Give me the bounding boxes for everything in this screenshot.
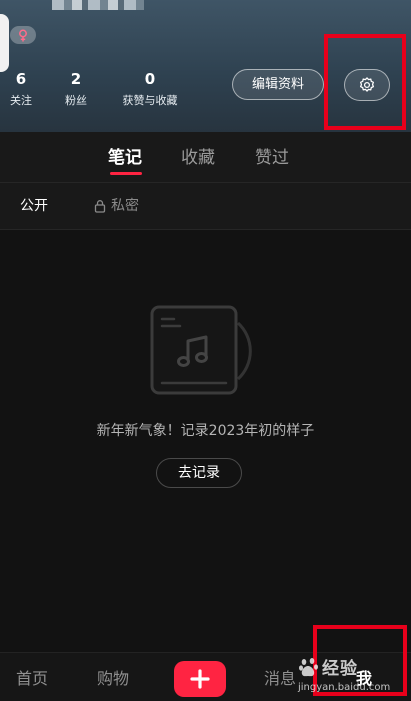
stat-likes-label: 获赞与收藏 [122,94,178,107]
active-tab-indicator [110,172,142,175]
stat-likes-count: 0 [144,70,156,88]
stat-following-count: 6 [15,70,27,88]
female-icon [19,29,27,41]
highlight-box-settings [324,34,406,130]
stat-followers[interactable]: 2 粉丝 [63,70,89,108]
subtab-private[interactable]: 私密 [94,196,139,216]
nav-home[interactable]: 首页 [16,668,48,690]
blurred-username [52,0,144,10]
nav-shop[interactable]: 购物 [97,668,129,690]
stat-likes-collects[interactable]: 0 获赞与收藏 [119,70,181,108]
gender-badge [10,26,36,44]
stat-followers-count: 2 [70,70,82,88]
profile-header: 6 关注 2 粉丝 0 获赞与收藏 编辑资料 [0,0,411,132]
avatar[interactable] [0,14,9,72]
music-record-illustration [150,305,260,401]
lock-icon [94,200,106,213]
content-tabs: 笔记 收藏 赞过 [0,132,411,183]
start-record-button[interactable]: 去记录 [156,458,242,488]
plus-icon [190,669,210,689]
tab-notes[interactable]: 笔记 [108,147,142,169]
empty-state-message: 新年新气象！记录2023年初的样子 [96,423,315,439]
stat-following[interactable]: 6 关注 [8,70,34,108]
create-post-button[interactable] [174,661,226,697]
subtab-private-label: 私密 [111,198,139,214]
watermark-brand: 经验 [322,659,358,679]
subtab-public[interactable]: 公开 [20,196,48,216]
tab-liked[interactable]: 赞过 [255,147,289,169]
stat-following-label: 关注 [10,94,32,107]
watermark-url: jingyan.baidu.com [298,682,391,693]
baidu-jingyan-watermark: 经验 jingyan.baidu.com [298,654,408,698]
tab-collections[interactable]: 收藏 [181,147,215,169]
nav-messages[interactable]: 消息 [264,668,296,690]
visibility-tabs: 公开 私密 [0,183,411,230]
baidu-paw-icon [299,658,318,677]
stat-followers-label: 粉丝 [65,94,87,107]
edit-profile-button[interactable]: 编辑资料 [232,69,324,100]
